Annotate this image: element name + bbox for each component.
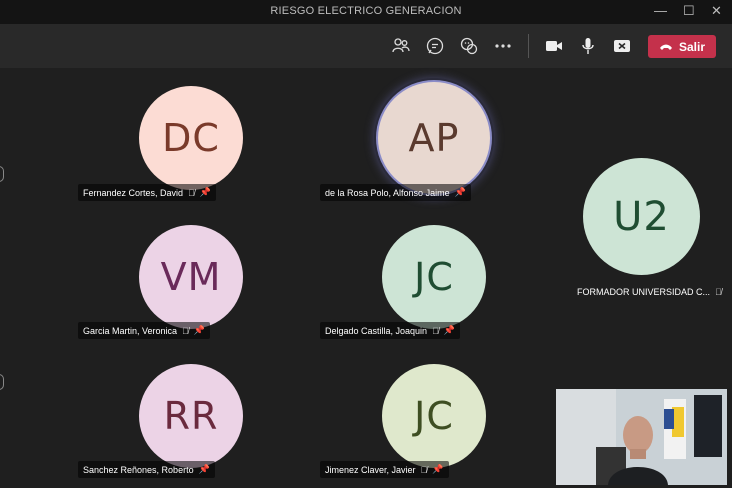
close-window-button[interactable]: ✕ <box>711 3 722 19</box>
participant-name-bar: Delgado Castilla, Joaquin 🎙̸ 📌 <box>320 322 461 339</box>
hang-up-icon <box>659 44 672 50</box>
pin-icon: 📌 <box>198 464 210 474</box>
avatar-initials: U2 <box>613 193 670 240</box>
participant-name: Sanchez Reñones, Roberto <box>83 464 194 475</box>
participant-name: Garcia Martin, Veronica <box>83 325 178 336</box>
camera-icon[interactable] <box>544 36 564 56</box>
pin-icon: 📌 <box>454 187 466 197</box>
more-actions-icon[interactable] <box>493 36 513 56</box>
participants-icon[interactable] <box>391 36 411 56</box>
participant-name-bar: Fernandez Cortes, David 🎙̸ 📌 <box>78 184 217 201</box>
avatar-initials: DC <box>162 116 220 160</box>
leave-meeting-button[interactable]: Salir <box>648 35 716 58</box>
avatar-initials: JC <box>414 394 454 438</box>
participant-name: Jimenez Claver, Javier <box>325 464 416 475</box>
participant-avatar[interactable]: AP <box>378 82 490 194</box>
avatar-initials: AP <box>408 116 460 160</box>
reactions-icon[interactable] <box>459 36 479 56</box>
maximize-button[interactable]: ☐ <box>683 3 695 19</box>
participant-name: Delgado Castilla, Joaquin <box>325 325 428 336</box>
participant-name: de la Rosa Polo, Alfonso Jaime <box>325 187 450 198</box>
avatar-initials: VM <box>160 255 222 299</box>
chat-icon[interactable] <box>425 36 445 56</box>
participant-avatar[interactable]: JC <box>382 225 486 329</box>
mic-muted-icon: 🎙̸ <box>715 286 722 297</box>
participant-name: Fernandez Cortes, David <box>83 187 184 198</box>
mic-muted-icon: 🎙̸ <box>432 325 439 336</box>
mic-muted-icon: 🎙̸ <box>420 464 428 475</box>
avatar-initials: JC <box>414 255 454 299</box>
participant-name-bar: Sanchez Reñones, Roberto 📌 <box>78 461 215 478</box>
microphone-icon[interactable] <box>578 36 598 56</box>
pin-icon: 📌 <box>199 187 212 197</box>
participant-name: FORMADOR UNIVERSIDAD C... <box>577 286 711 297</box>
camera-feed-image <box>556 389 727 485</box>
pin-icon: 📌 <box>432 464 444 474</box>
participant-name-bar: Garcia Martin, Veronica 🎙̸ 📌 <box>78 322 211 339</box>
pin-icon: 📌 <box>443 325 456 335</box>
leave-label: Salir <box>678 39 705 54</box>
pin-icon: 📌 <box>193 325 206 335</box>
participant-avatar[interactable]: DC <box>139 86 243 190</box>
participant-avatar[interactable]: VM <box>139 225 243 329</box>
mic-muted-icon: 🎙̸ <box>182 325 189 336</box>
participant-avatar[interactable]: U2 <box>583 158 700 275</box>
share-screen-icon[interactable] <box>612 36 632 56</box>
title-bar: RIESGO ELECTRICO GENERACION — ☐ ✕ <box>0 0 732 24</box>
avatar-initials: RR <box>163 394 219 438</box>
participant-name-bar: Jimenez Claver, Javier 🎙̸ 📌 <box>320 461 449 478</box>
self-video-preview[interactable] <box>556 389 727 485</box>
participant-name-bar: de la Rosa Polo, Alfonso Jaime 📌 <box>320 184 471 201</box>
participant-name-bar: FORMADOR UNIVERSIDAD C... 🎙̸ <box>572 283 727 300</box>
participant-avatar[interactable]: JC <box>382 364 486 468</box>
minimize-button[interactable]: — <box>654 3 667 18</box>
participant-avatar[interactable]: RR <box>139 364 243 468</box>
window-title: RIESGO ELECTRICO GENERACION <box>270 5 462 17</box>
toolbar-divider <box>528 34 529 58</box>
mic-muted-icon: 🎙̸ <box>188 187 195 198</box>
